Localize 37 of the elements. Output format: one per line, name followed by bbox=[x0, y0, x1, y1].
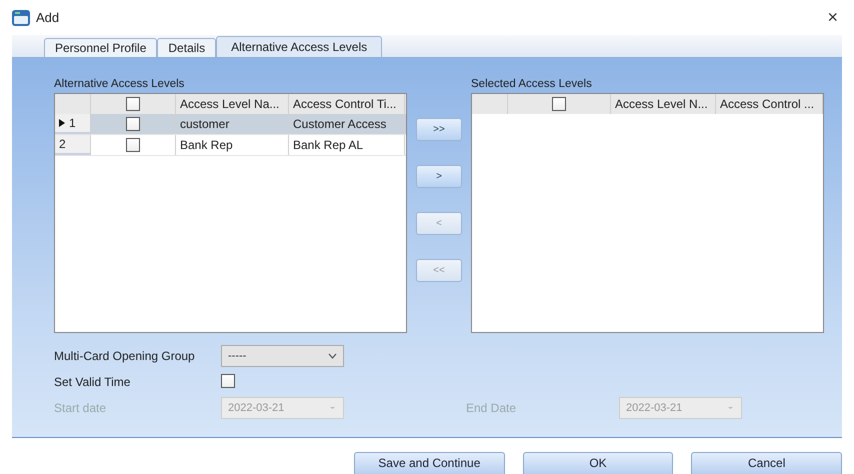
tab[interactable]: Details bbox=[157, 38, 216, 57]
table-row[interactable]: 1 customer Customer Access bbox=[55, 114, 406, 135]
checkbox[interactable] bbox=[126, 138, 140, 152]
table-row[interactable]: 2 Bank Rep Bank Rep AL bbox=[55, 135, 406, 156]
move-button[interactable]: >> bbox=[416, 118, 462, 141]
chevron-down-icon bbox=[328, 405, 337, 411]
window-title: Add bbox=[36, 10, 60, 25]
move-button[interactable]: > bbox=[416, 165, 462, 188]
app-icon bbox=[12, 10, 30, 26]
column-header[interactable]: Access Control ... bbox=[716, 94, 823, 114]
table-cell: Bank Rep bbox=[176, 135, 289, 155]
chevron-down-icon bbox=[328, 353, 337, 359]
checkbox[interactable] bbox=[126, 117, 140, 131]
dialog-button[interactable]: OK bbox=[522, 452, 674, 474]
row-number: 1 bbox=[55, 114, 91, 134]
select-all-checkbox[interactable] bbox=[552, 97, 566, 111]
field-label: Start date bbox=[54, 401, 108, 415]
dialog-button[interactable]: Cancel bbox=[691, 452, 842, 474]
tab[interactable]: Personnel Profile bbox=[44, 38, 158, 57]
section-title: Selected Access Levels bbox=[471, 77, 593, 92]
dialog-button[interactable]: Save and Continue bbox=[354, 452, 505, 474]
close-button[interactable]: × bbox=[823, 7, 842, 28]
table-cell: Customer Access bbox=[289, 114, 405, 134]
select-all-checkbox[interactable] bbox=[126, 97, 140, 111]
dropdown[interactable]: ----- bbox=[221, 345, 344, 367]
field-label: Set Valid Time bbox=[54, 375, 132, 389]
current-row-icon bbox=[59, 119, 65, 127]
field-label: End Date bbox=[466, 401, 518, 415]
table-cell: Bank Rep AL bbox=[289, 135, 405, 155]
chevron-down-icon bbox=[726, 405, 735, 411]
tab[interactable]: Alternative Access Levels bbox=[216, 36, 382, 57]
row-number: 2 bbox=[55, 135, 91, 155]
section-title: Alternative Access Levels bbox=[54, 77, 186, 92]
field-label: Multi-Card Opening Group bbox=[54, 349, 196, 363]
checkbox[interactable] bbox=[221, 374, 235, 388]
table-cell: customer bbox=[176, 114, 289, 134]
column-header[interactable]: Access Level N... bbox=[611, 94, 716, 114]
